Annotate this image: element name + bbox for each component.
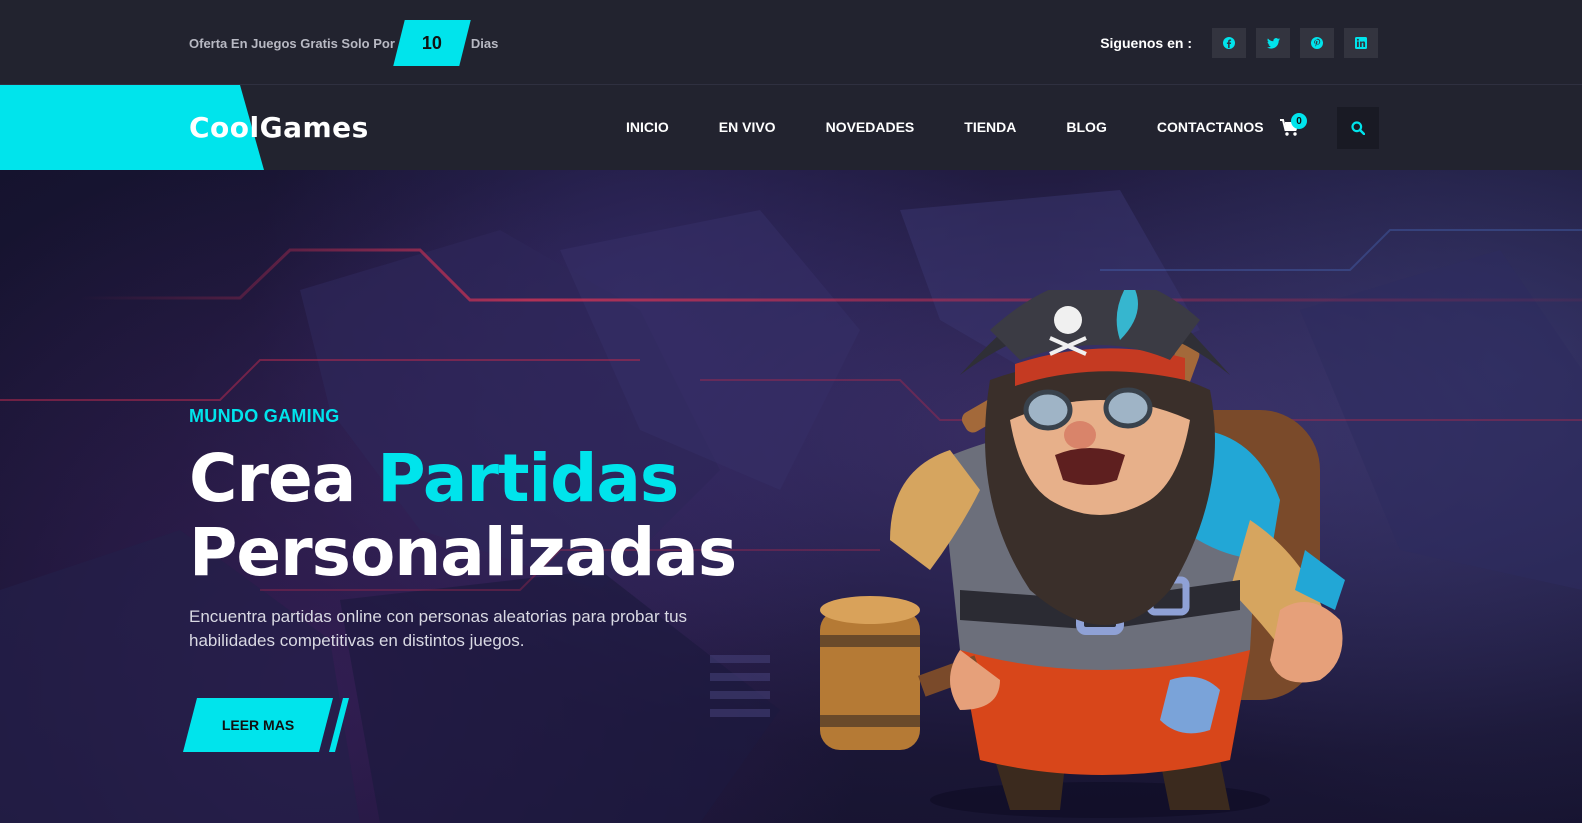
hero-title-line2: Personalizadas (189, 514, 737, 591)
pinterest-button[interactable] (1300, 28, 1334, 58)
hero-title-plain: Crea (189, 440, 378, 517)
linkedin-icon (1355, 37, 1367, 49)
top-bar: Oferta En Juegos Gratis Solo Por 10 Dias… (0, 0, 1582, 85)
cart-count-badge: 0 (1291, 113, 1307, 129)
nav-link-en-vivo[interactable]: EN VIVO (719, 119, 776, 135)
hero-eyebrow: MUNDO GAMING (189, 406, 340, 426)
nav-link-blog[interactable]: BLOG (1066, 119, 1106, 135)
hero-description: Encuentra partidas online con personas a… (189, 607, 688, 650)
read-more-button[interactable]: LEER MAS (183, 698, 353, 752)
site-logo[interactable]: CoolGames (189, 111, 369, 144)
hero-section: MUNDO GAMING Crea Partidas Personalizada… (0, 170, 1582, 823)
nav-link-tienda[interactable]: TIENDA (964, 119, 1016, 135)
social-follow: Siguenos en : (1100, 28, 1378, 58)
pirate-character-illustration (820, 290, 1345, 818)
offer-text: Oferta En Juegos Gratis Solo Por (189, 35, 395, 51)
facebook-button[interactable] (1212, 28, 1246, 58)
hero-title: Crea Partidas Personalizadas (189, 440, 737, 591)
main-navbar: CoolGames INICIO EN VIVO NOVEDADES TIEND… (0, 85, 1582, 170)
offer-days-unit: Dias (470, 35, 499, 51)
pinterest-icon (1311, 37, 1323, 49)
offer-days-badge: 10 (399, 20, 465, 66)
nav-link-novedades[interactable]: NOVEDADES (826, 119, 915, 135)
hero-title-accent: Partidas (377, 440, 679, 517)
twitter-icon (1266, 37, 1280, 49)
nav-link-inicio[interactable]: INICIO (626, 119, 669, 135)
offer-banner: Oferta En Juegos Gratis Solo Por 10 Dias (189, 20, 498, 66)
search-button[interactable] (1337, 107, 1379, 149)
twitter-button[interactable] (1256, 28, 1290, 58)
main-nav: INICIO EN VIVO NOVEDADES TIENDA BLOG CON… (626, 119, 1264, 135)
follow-label: Siguenos en : (1100, 35, 1192, 51)
search-icon (1351, 121, 1365, 135)
nav-link-contactanos[interactable]: CONTACTANOS (1157, 119, 1264, 135)
linkedin-button[interactable] (1344, 28, 1378, 58)
facebook-icon (1223, 37, 1235, 49)
offer-days-number: 10 (421, 32, 442, 53)
read-more-label: LEER MAS (221, 717, 295, 733)
